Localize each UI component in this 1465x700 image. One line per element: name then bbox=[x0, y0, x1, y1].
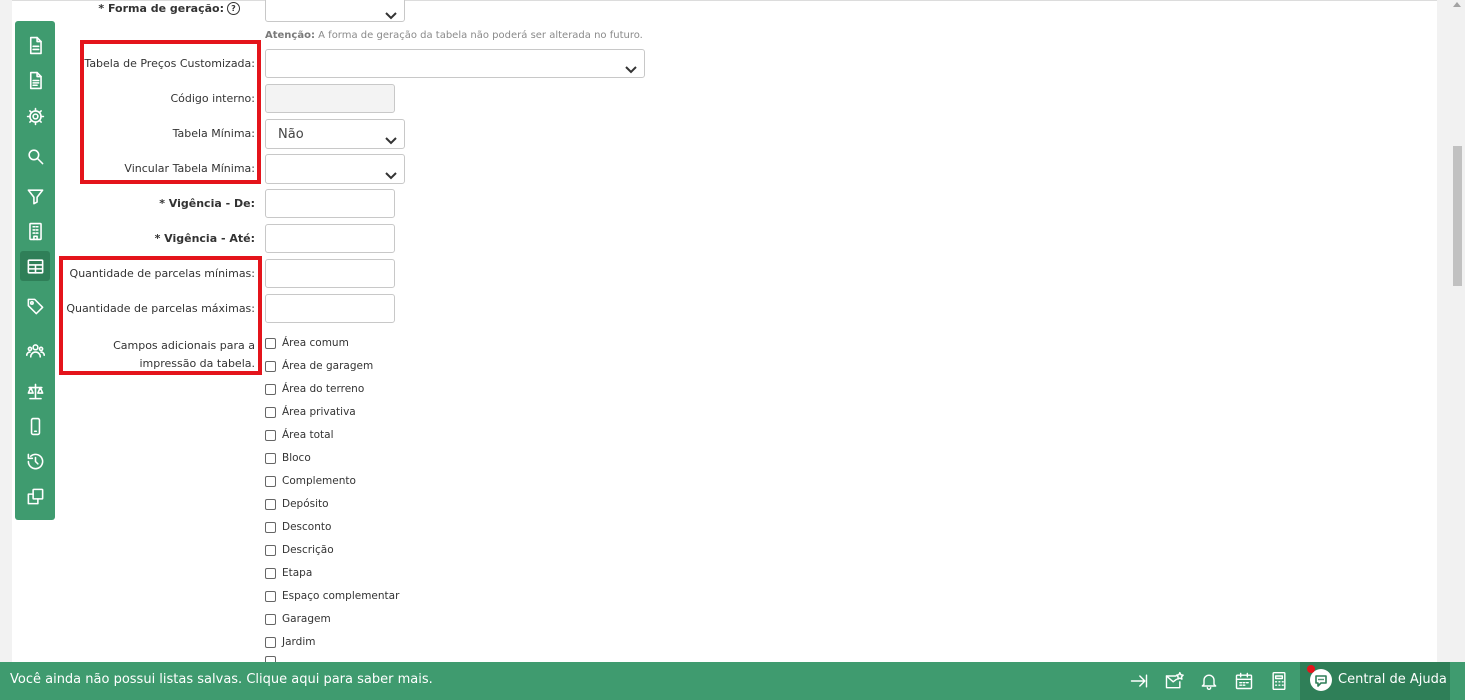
checkbox-label: Bloco bbox=[282, 452, 311, 464]
checkbox-box[interactable] bbox=[265, 452, 276, 464]
forma-geracao-select[interactable] bbox=[265, 0, 405, 22]
filter-icon[interactable] bbox=[20, 181, 50, 211]
checkbox-box[interactable] bbox=[265, 613, 276, 625]
tabela-customizada-select[interactable] bbox=[265, 49, 645, 78]
vigencia-ate-input[interactable] bbox=[265, 224, 395, 253]
checkbox-box[interactable] bbox=[265, 636, 276, 648]
building-icon[interactable] bbox=[20, 216, 50, 246]
right-gutter bbox=[1437, 0, 1450, 662]
checkbox-box[interactable] bbox=[265, 429, 276, 441]
left-gutter bbox=[0, 0, 12, 662]
mail-star-icon[interactable] bbox=[1164, 671, 1184, 691]
help-center-button[interactable]: Central de Ajuda bbox=[1300, 662, 1450, 700]
calculator-icon[interactable] bbox=[1269, 671, 1289, 691]
parcelas-minimas-input[interactable] bbox=[265, 259, 395, 288]
checkbox-label: Área privativa bbox=[282, 406, 356, 418]
checkbox-box[interactable] bbox=[265, 521, 276, 533]
checkbox-label: Complemento bbox=[282, 475, 356, 487]
checkbox-deposito[interactable]: Depósito bbox=[265, 496, 329, 512]
vincular-tabela-minima-select[interactable] bbox=[265, 154, 405, 184]
checkbox-complemento[interactable]: Complemento bbox=[265, 473, 356, 489]
checkbox-espaco-complementar[interactable]: Espaço complementar bbox=[265, 588, 399, 604]
checkbox-label: Área total bbox=[282, 429, 334, 441]
mobile-icon[interactable] bbox=[20, 411, 50, 441]
vigencia-de-label: * Vigência - De: bbox=[159, 197, 255, 210]
search-icon[interactable] bbox=[20, 141, 50, 171]
scrollbar-thumb[interactable] bbox=[1453, 146, 1462, 286]
scale-icon[interactable] bbox=[20, 376, 50, 406]
atencao-text: A forma de geração da tabela não poderá … bbox=[314, 30, 643, 41]
checkbox-label: Depósito bbox=[282, 498, 329, 510]
footer-saved-lists-message[interactable]: Você ainda não possui listas salvas. Cli… bbox=[10, 672, 433, 687]
vigencia-de-input[interactable] bbox=[265, 189, 395, 218]
checkbox-label: Etapa bbox=[282, 567, 313, 579]
tabela-minima-select[interactable]: Não bbox=[265, 119, 405, 149]
checkbox-area-terreno[interactable]: Área do terreno bbox=[265, 381, 364, 397]
document-icon[interactable] bbox=[20, 30, 50, 60]
checkbox-area-garagem[interactable]: Área de garagem bbox=[265, 358, 373, 374]
checkbox-label: Garagem bbox=[282, 613, 331, 625]
checkbox-label: Jardim bbox=[282, 636, 316, 648]
chevron-down-icon bbox=[625, 59, 637, 74]
tag-icon[interactable] bbox=[20, 291, 50, 321]
checkbox-box[interactable] bbox=[265, 337, 276, 349]
checkbox-area-privativa[interactable]: Área privativa bbox=[265, 404, 356, 420]
table-icon[interactable] bbox=[20, 251, 50, 281]
document-text-icon[interactable] bbox=[20, 65, 50, 95]
bell-icon[interactable] bbox=[1199, 671, 1219, 691]
help-center-label: Central de Ajuda bbox=[1338, 672, 1447, 687]
checkbox-label: Área comum bbox=[282, 337, 349, 349]
scroll-up-arrow-icon[interactable] bbox=[1453, 2, 1461, 7]
gear-icon[interactable] bbox=[20, 101, 50, 131]
checkbox-box[interactable] bbox=[265, 544, 276, 556]
checkbox-desconto[interactable]: Desconto bbox=[265, 519, 331, 535]
highlight-box-table-options bbox=[80, 40, 261, 184]
checkbox-box[interactable] bbox=[265, 360, 276, 372]
chevron-down-icon bbox=[385, 130, 397, 145]
checkbox-box[interactable] bbox=[265, 590, 276, 602]
parcelas-maximas-input[interactable] bbox=[265, 294, 395, 323]
copy-icon[interactable] bbox=[20, 481, 50, 511]
footer-bar: Você ainda não possui listas salvas. Cli… bbox=[0, 662, 1465, 700]
vigencia-ate-label: * Vigência - Até: bbox=[154, 232, 255, 245]
checkbox-area-comum[interactable]: Área comum bbox=[265, 335, 349, 351]
chevron-down-icon bbox=[385, 165, 397, 180]
atencao-prefix: Atenção: bbox=[265, 30, 315, 41]
checkbox-label: Área de garagem bbox=[282, 360, 374, 372]
history-icon[interactable] bbox=[20, 446, 50, 476]
checkbox-box[interactable] bbox=[265, 383, 276, 395]
arrow-to-right-icon[interactable] bbox=[1129, 671, 1149, 691]
checkbox-label: Desconto bbox=[282, 521, 332, 533]
chevron-down-icon bbox=[385, 5, 397, 20]
help-question-icon[interactable]: ? bbox=[227, 2, 240, 15]
page-scrollbar[interactable] bbox=[1450, 0, 1465, 662]
checkbox-label: Área do terreno bbox=[282, 383, 365, 395]
calendar-icon[interactable] bbox=[1234, 671, 1254, 691]
notification-dot bbox=[1307, 665, 1315, 673]
checkbox-label: Descrição bbox=[282, 544, 334, 556]
codigo-interno-input bbox=[265, 84, 395, 113]
tabela-minima-value: Não bbox=[278, 127, 304, 142]
forma-geracao-label-text: * Forma de geração: bbox=[98, 2, 224, 15]
checkbox-box[interactable] bbox=[265, 498, 276, 510]
checkbox-jardim[interactable]: Jardim bbox=[265, 634, 315, 650]
checkbox-label: Espaço complementar bbox=[282, 590, 400, 602]
atencao-hint: Atenção: A forma de geração da tabela nã… bbox=[265, 30, 643, 41]
highlight-box-installments bbox=[59, 256, 262, 375]
checkbox-etapa[interactable]: Etapa bbox=[265, 565, 312, 581]
checkbox-garagem[interactable]: Garagem bbox=[265, 611, 331, 627]
sidebar bbox=[15, 21, 55, 520]
checkbox-box[interactable] bbox=[265, 567, 276, 579]
checkbox-bloco[interactable]: Bloco bbox=[265, 450, 311, 466]
checkbox-descricao[interactable]: Descrição bbox=[265, 542, 334, 558]
checkbox-box[interactable] bbox=[265, 475, 276, 487]
checkbox-box[interactable] bbox=[265, 406, 276, 418]
forma-geracao-label: * Forma de geração:? bbox=[98, 2, 240, 15]
people-icon[interactable] bbox=[20, 335, 50, 365]
chat-bubble-icon bbox=[1310, 669, 1332, 691]
checkbox-area-total[interactable]: Área total bbox=[265, 427, 334, 443]
